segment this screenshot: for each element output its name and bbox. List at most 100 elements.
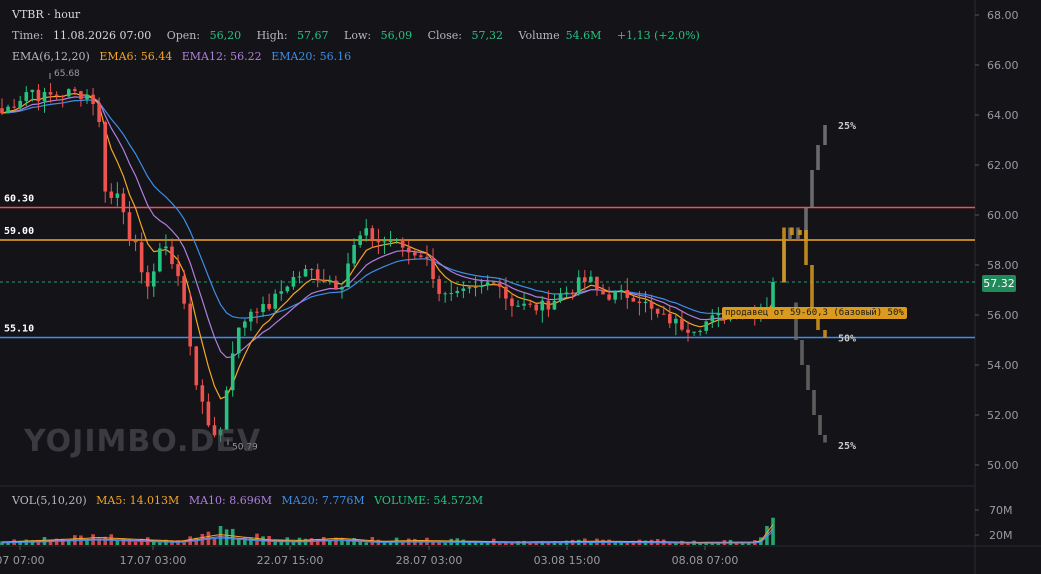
vol-ma10-value: MA10: 8.696M [188, 494, 272, 507]
candle-body [121, 193, 126, 213]
level-label: 55.10 [4, 324, 34, 335]
volume-bar [218, 525, 223, 545]
vol-volume-value: VOLUME: 54.572M [374, 494, 484, 507]
candle-body [473, 287, 478, 289]
candle-body [12, 106, 16, 108]
candle-body [376, 239, 381, 243]
scenario-mid-path [782, 227, 786, 283]
ema12-line [1, 96, 774, 359]
x-tick-label: 08.08 07:00 [672, 554, 739, 567]
symbol-title: VTBR · hour [12, 8, 86, 22]
candle-body [127, 212, 132, 241]
candle-body [309, 268, 314, 270]
candle-body [6, 106, 10, 114]
scenario-down-path [800, 340, 804, 365]
candle-body [200, 385, 205, 402]
scenario-up-path [810, 170, 814, 208]
candle-body [558, 293, 563, 301]
candle-body [145, 272, 150, 287]
y-tick-label: 66.00 [987, 59, 1019, 72]
candle-body [273, 293, 277, 309]
candle-body [607, 294, 611, 300]
volume-bar [473, 542, 478, 545]
ema20-value: EMA20: 56.16 [271, 50, 352, 63]
candle-body [91, 94, 95, 105]
volume-bar [734, 543, 739, 545]
candle-body [443, 293, 447, 295]
high-value: 57,67 [297, 29, 329, 42]
x-tick-label: 07 07:00 [0, 554, 45, 567]
candle-body [30, 89, 35, 93]
candle-body [0, 108, 4, 114]
high-label: High: [256, 29, 288, 42]
scenario-down-path [812, 390, 816, 415]
scenario-annotation: продавец от 59-60,3 (базовый) 50% [722, 307, 907, 319]
candle-body [188, 303, 192, 347]
candle-body [704, 321, 709, 331]
volume-bar [230, 528, 235, 545]
candle-body [631, 297, 636, 302]
scenario-prob-label: 50% [838, 334, 856, 345]
candle-body [48, 92, 53, 95]
symbol-name: VTBR · hour [12, 8, 81, 21]
candle-body [54, 94, 59, 96]
y-tick-label: 54.00 [987, 359, 1019, 372]
ema-title: EMA(6,12,20) [12, 50, 90, 63]
candle-body [394, 239, 399, 242]
volume-bar [498, 543, 502, 545]
candle-body [552, 300, 557, 310]
volume-bar [182, 542, 186, 545]
candle-body [176, 264, 180, 277]
candle-body [619, 290, 624, 292]
candle-body [151, 271, 156, 287]
candle-body [419, 255, 423, 257]
candle-body [194, 346, 199, 386]
candle-body [255, 311, 259, 313]
volume-bar [771, 517, 775, 545]
open-label: Open: [166, 29, 201, 42]
scenario-down-path [806, 365, 810, 390]
candle-body [66, 89, 71, 97]
level-label: 60.30 [4, 194, 34, 205]
candle-body [109, 191, 114, 198]
candle-body [182, 276, 186, 304]
candle-body [589, 276, 593, 282]
candle-body [643, 301, 648, 304]
candle-body [595, 276, 599, 290]
ohlc-legend: Time: 11.08.2026 07:00 Open: 56,20 High:… [12, 29, 706, 43]
low-label: Low: [344, 29, 372, 42]
volume-bar [133, 541, 138, 545]
y-tick-label: 58.00 [987, 259, 1019, 272]
candle-body [261, 304, 265, 313]
candle-body [461, 288, 466, 291]
price-chart[interactable]: 68.00 66.00 64.00 62.00 60.00 58.00 56.00 54.00… [0, 0, 1041, 574]
close-label: Close: [427, 29, 463, 42]
ema6-value: EMA6: 56.44 [99, 50, 173, 63]
candle-body [206, 401, 211, 426]
scenario-mid-path [804, 230, 808, 265]
candle-body [540, 300, 545, 311]
vol-tick-label: 70M [989, 504, 1013, 517]
candle-body [674, 318, 678, 324]
level-label: 59.00 [4, 226, 34, 237]
volume-bar [443, 542, 447, 545]
close-value: 57,32 [471, 29, 504, 42]
candle-body [613, 291, 617, 300]
candle-body [625, 290, 630, 298]
open-value: 56,20 [209, 29, 242, 42]
candle-body [504, 286, 508, 299]
candle-body [370, 228, 375, 240]
candle-body [400, 239, 405, 248]
candle-body [406, 247, 411, 253]
y-tick-label: 56.00 [987, 309, 1019, 322]
candle-body [303, 268, 308, 277]
scenario-mid-path [823, 330, 827, 338]
y-tick-label: 68.00 [987, 9, 1019, 22]
volume-bar [249, 537, 253, 545]
x-tick-label: 03.08 15:00 [534, 554, 601, 567]
scenario-prob-label: 25% [838, 121, 856, 132]
candle-body [425, 256, 429, 259]
scenario-up-path [823, 125, 827, 145]
y-tick-label: 52.00 [987, 409, 1019, 422]
candle-body [133, 240, 138, 243]
